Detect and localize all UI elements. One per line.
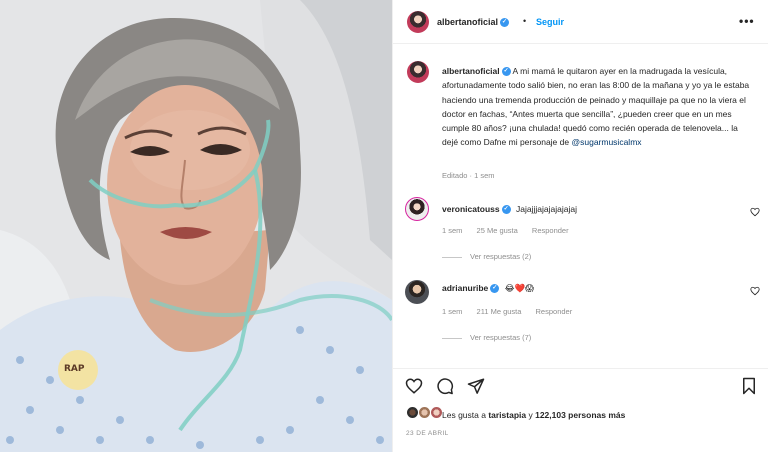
comment-username[interactable]: adrianuribe	[442, 283, 488, 293]
comment-row: adrianuribe ✓ 😂❤️😱	[442, 283, 534, 294]
heart-icon[interactable]	[405, 377, 423, 395]
comment-likes[interactable]: 211 Me gusta	[477, 307, 522, 316]
separator-dot: •	[523, 16, 527, 26]
verified-icon: ✓	[490, 284, 500, 294]
verified-icon: ✓	[501, 205, 511, 215]
replies-divider	[442, 337, 462, 339]
comment-like-heart-icon[interactable]	[750, 286, 760, 296]
comment-text: Jajajjjajajajajajaj	[516, 204, 577, 214]
view-replies-label[interactable]: Ver respuestas (2)	[470, 252, 531, 261]
view-replies-button[interactable]: Ver respuestas (2)	[442, 252, 531, 261]
post-header: albertanoficial ✓ • Seguir •••	[393, 0, 768, 44]
comment-age: 1 sem	[442, 226, 463, 235]
caption-avatar[interactable]	[407, 61, 429, 83]
post-caption: albertanoficial ✓ A mi mamá le quitaron a…	[442, 64, 756, 150]
author-avatar[interactable]	[407, 11, 429, 33]
caption-text: A mi mamá le quitaron ayer en la madruga…	[442, 66, 750, 148]
comment-username[interactable]: veronicatouss	[442, 204, 500, 214]
replies-divider	[442, 256, 462, 258]
share-icon[interactable]	[467, 377, 485, 395]
author-username-container[interactable]: albertanoficial ✓	[437, 17, 510, 28]
comment-like-heart-icon[interactable]	[750, 207, 760, 217]
verified-icon: ✓	[500, 18, 510, 28]
author-username[interactable]: albertanoficial	[437, 17, 498, 27]
comment-age: 1 sem	[442, 307, 463, 316]
bookmark-icon[interactable]	[741, 377, 757, 395]
caption-mention-link[interactable]: @sugarmusicalmx	[571, 137, 641, 147]
comment-meta: 1 sem 211 Me gusta Responder	[442, 307, 584, 316]
likes-middle: y	[526, 410, 536, 420]
comment-reply-button[interactable]: Responder	[532, 226, 569, 235]
comment-avatar[interactable]	[405, 197, 429, 221]
view-replies-label[interactable]: Ver respuestas (7)	[470, 333, 531, 342]
post-date[interactable]: 23 DE ABRIL	[406, 430, 449, 437]
comment-reply-button[interactable]: Responder	[536, 307, 573, 316]
comment-meta: 1 sem 25 Me gusta Responder	[442, 226, 581, 235]
likes-prefix: Les gusta a	[442, 410, 489, 420]
photo-illustration	[0, 0, 392, 452]
comment-row: veronicatouss ✓ Jajajjjajajajajajaj	[442, 204, 577, 215]
comment-text: 😂❤️😱	[504, 284, 535, 294]
liker-username[interactable]: taristapia	[488, 410, 526, 420]
comment-avatar[interactable]	[405, 280, 429, 304]
likes-text: Les gusta a taristapia y 122,103 persona…	[442, 410, 625, 420]
post-actions-bar	[393, 368, 768, 400]
post-panel: albertanoficial ✓ • Seguir ••• albertanof…	[392, 0, 768, 452]
likes-count[interactable]: 122,103 personas más	[535, 410, 625, 420]
follow-button[interactable]: Seguir	[536, 17, 564, 27]
more-icon[interactable]: •••	[739, 14, 755, 28]
caption-username[interactable]: albertanoficial	[442, 66, 500, 76]
comment-icon[interactable]	[436, 377, 454, 395]
photo-pin-text: RAP	[64, 364, 85, 374]
comment-likes[interactable]: 25 Me gusta	[477, 226, 518, 235]
verified-icon: ✓	[501, 67, 511, 77]
view-replies-button[interactable]: Ver respuestas (7)	[442, 333, 531, 342]
post-photo[interactable]: RAP	[0, 0, 392, 452]
caption-meta: Editado · 1 sem	[442, 171, 495, 180]
